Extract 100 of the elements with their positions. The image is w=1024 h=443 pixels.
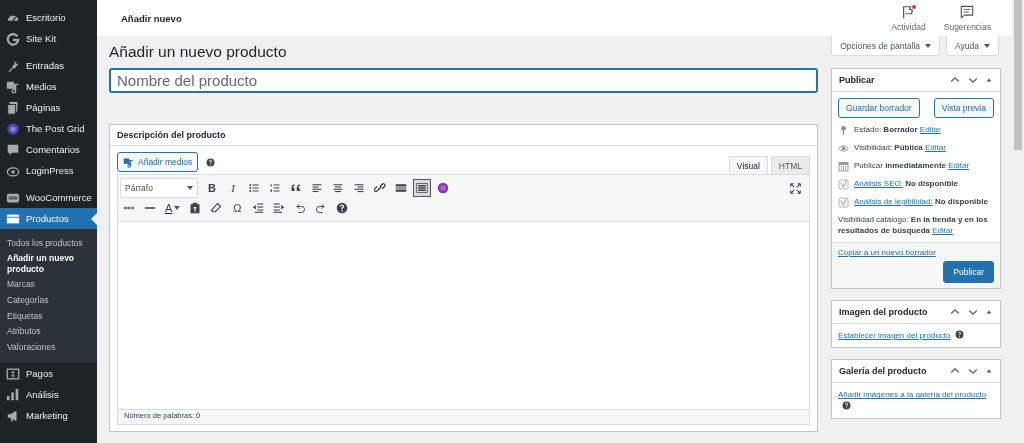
panel-link[interactable]: Añadir imágenes a la galería del producto xyxy=(838,390,987,400)
sidebar-item[interactable]: Medios xyxy=(0,76,97,97)
help-icon xyxy=(842,400,851,410)
edit-link[interactable]: Editar xyxy=(925,143,946,152)
check-mark-icon xyxy=(838,197,849,208)
pin-icon xyxy=(6,58,20,73)
caret-icon xyxy=(187,186,193,190)
italic-button[interactable]: I xyxy=(224,179,242,197)
comment-icon xyxy=(6,142,20,157)
edit-link[interactable]: Análisis de legibilidad: xyxy=(854,197,933,206)
submenu-item[interactable]: Etiquetas xyxy=(0,308,97,324)
calendar-icon xyxy=(838,161,849,172)
plugin-circle-icon xyxy=(437,182,449,194)
align-right-icon xyxy=(353,182,365,194)
pages-icon xyxy=(6,100,20,115)
edit-link[interactable]: Análisis SEO: xyxy=(854,179,903,188)
publish-info-text: Publicar inmediatamente Editar xyxy=(854,161,970,172)
edit-link[interactable]: Editar xyxy=(919,125,941,134)
sidebar-item[interactable]: The Post Grid xyxy=(0,118,97,139)
sidebar-item[interactable]: Site Kit xyxy=(0,28,97,49)
collapse-triangle-icon xyxy=(985,367,993,376)
media-icon xyxy=(6,79,20,94)
screen-options-button[interactable]: Opciones de pantalla xyxy=(831,36,941,56)
submenu-item[interactable]: Atributos xyxy=(0,323,97,340)
panel-title: Imagen del producto xyxy=(839,306,928,317)
link-icon xyxy=(374,182,386,194)
page-header-title: Añadir nuevo xyxy=(121,12,183,24)
scrollbar[interactable] xyxy=(1012,0,1024,443)
publish-button[interactable]: Publicar xyxy=(943,260,994,283)
submenu-item[interactable]: Marcas xyxy=(0,276,97,293)
editor-tab[interactable]: Visual xyxy=(728,156,768,174)
bar-chart-icon xyxy=(6,387,20,402)
editor-tab[interactable]: HTML xyxy=(770,156,810,174)
publish-info-text: Visibilidad catálogo: En la tienda y en los resultados de búsqueda Editar xyxy=(838,215,989,237)
align-center-icon xyxy=(332,182,344,194)
sidebar-item[interactable]: LoginPress xyxy=(0,160,97,181)
megaphone-icon xyxy=(6,408,20,423)
edit-link[interactable]: Editar xyxy=(932,225,954,235)
sidebar-item[interactable]: Entradas xyxy=(0,55,97,76)
suggestions-button[interactable]: Sugerencias xyxy=(934,4,1000,32)
help-button[interactable]: Ayuda xyxy=(946,36,999,56)
submenu-item[interactable]: Todos los productos xyxy=(0,235,97,251)
page-title: Añadir un nuevo producto xyxy=(109,43,287,61)
text-color-button[interactable]: A xyxy=(162,199,184,217)
submenu-item[interactable]: Valoraciones xyxy=(0,339,97,355)
submenu-item[interactable]: Añadir un nuevo producto xyxy=(0,250,97,277)
sidebar-item[interactable]: WooCommerce xyxy=(0,187,97,208)
indent-icon xyxy=(273,202,286,214)
eraser-icon xyxy=(210,202,223,214)
publish-info-text: Análisis de legibilidad: No disponible xyxy=(854,197,988,208)
sidebar-item[interactable]: Escritorio xyxy=(0,7,97,28)
bullet-list-icon xyxy=(248,182,260,194)
title-field[interactable]: Nombre del producto xyxy=(109,68,818,93)
keyboard-button[interactable] xyxy=(413,179,431,197)
check-mark-icon xyxy=(838,179,849,190)
publish-info-text: Visibilidad: Pública Editar xyxy=(854,143,946,154)
preview-button[interactable]: Vista previa xyxy=(933,98,994,118)
collapse-triangle-icon xyxy=(985,76,993,84)
outdent-icon xyxy=(252,202,265,214)
undo-icon xyxy=(294,202,307,214)
copy-draft-link[interactable]: Copiar a un nuevo borrador xyxy=(838,247,994,257)
sidebar-item[interactable]: Análisis xyxy=(0,384,97,405)
sidebar-item[interactable]: Marketing xyxy=(0,405,97,426)
pin-icon xyxy=(838,125,849,136)
clipboard-icon xyxy=(189,202,202,214)
submenu-item[interactable]: Categorías xyxy=(0,292,97,309)
sidebar-item[interactable]: Pagos xyxy=(0,363,97,384)
panel-title: Publicar xyxy=(839,75,875,85)
read-more-icon xyxy=(395,182,407,194)
caret-icon xyxy=(925,43,932,48)
special-character-button[interactable]: Ω xyxy=(228,199,247,217)
sidebar-item[interactable]: Comentarios xyxy=(0,139,97,160)
panel-title: Galería del producto xyxy=(839,366,927,377)
panel-link[interactable]: Establecer imagen del producto xyxy=(838,330,951,340)
format-select[interactable]: Párrafo xyxy=(120,178,198,198)
help-icon xyxy=(954,329,964,339)
add-media-button[interactable]: Añadir medios xyxy=(117,152,199,172)
align-left-icon xyxy=(311,182,323,194)
help-icon xyxy=(206,157,216,167)
publish-info-text: Análisis SEO: No disponible xyxy=(854,179,959,190)
flag-icon xyxy=(901,4,916,19)
publish-info-text: Estado: Borrador Editar xyxy=(854,125,941,136)
keyboard-icon xyxy=(416,182,428,194)
caret-icon xyxy=(984,43,990,48)
scrollbar-thumb[interactable] xyxy=(1014,0,1022,150)
media-icon xyxy=(123,156,134,168)
bold-button[interactable]: B xyxy=(203,179,221,197)
numbered-list-icon xyxy=(269,182,281,194)
sidebar-item[interactable]: Páginas xyxy=(0,97,97,118)
save-draft-button[interactable]: Guardar borrador xyxy=(838,98,920,118)
caret-icon xyxy=(174,206,181,210)
g-logo-icon xyxy=(6,31,20,46)
quote-icon xyxy=(290,182,302,194)
activity-button[interactable]: Actividad xyxy=(882,4,935,32)
help-icon xyxy=(336,202,349,214)
fullscreen-icon xyxy=(789,182,801,194)
grid-plugin-icon xyxy=(6,121,20,136)
panel-title: Descripción del producto xyxy=(117,130,226,140)
sidebar-item[interactable]: Productos xyxy=(0,208,97,229)
edit-link[interactable]: Editar xyxy=(948,161,970,170)
